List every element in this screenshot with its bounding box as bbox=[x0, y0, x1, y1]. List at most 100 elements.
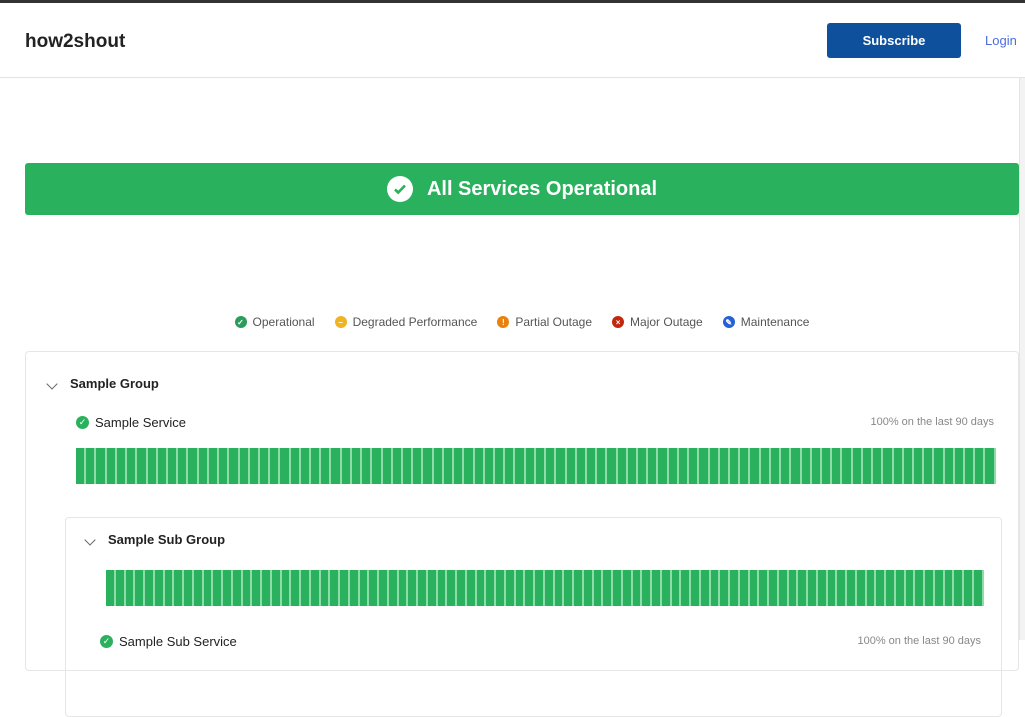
uptime-day-bar[interactable] bbox=[164, 570, 175, 606]
uptime-day-bar[interactable] bbox=[700, 570, 711, 606]
uptime-day-bar[interactable] bbox=[535, 570, 545, 606]
uptime-day-bar[interactable] bbox=[852, 448, 863, 484]
uptime-day-bar[interactable] bbox=[574, 570, 584, 606]
uptime-day-bar[interactable] bbox=[798, 570, 808, 606]
uptime-day-bar[interactable] bbox=[403, 448, 414, 484]
uptime-day-bar[interactable] bbox=[213, 570, 223, 606]
uptime-day-bar[interactable] bbox=[496, 570, 506, 606]
uptime-day-bar[interactable] bbox=[837, 570, 847, 606]
uptime-day-bar[interactable] bbox=[125, 570, 136, 606]
uptime-day-bar[interactable] bbox=[678, 448, 690, 484]
uptime-day-bar[interactable] bbox=[505, 448, 516, 484]
uptime-day-bar[interactable] bbox=[719, 448, 730, 484]
uptime-day-bar[interactable] bbox=[607, 448, 618, 484]
uptime-day-bar[interactable] bbox=[760, 448, 771, 484]
uptime-day-bar[interactable] bbox=[668, 448, 679, 484]
uptime-day-bar[interactable] bbox=[866, 570, 877, 606]
uptime-day-bar[interactable] bbox=[331, 448, 342, 484]
uptime-day-bar[interactable] bbox=[372, 448, 383, 484]
uptime-day-bar[interactable] bbox=[362, 448, 373, 484]
uptime-day-bar[interactable] bbox=[661, 570, 672, 606]
uptime-day-bar[interactable] bbox=[934, 448, 945, 484]
uptime-day-bar[interactable] bbox=[281, 570, 292, 606]
uptime-day-bar[interactable] bbox=[876, 570, 886, 606]
uptime-day-bar[interactable] bbox=[262, 570, 272, 606]
uptime-day-bar[interactable] bbox=[437, 570, 448, 606]
uptime-day-bar[interactable] bbox=[311, 448, 322, 484]
uptime-day-bar[interactable] bbox=[115, 570, 126, 606]
uptime-day-bar[interactable] bbox=[476, 570, 487, 606]
uptime-day-bar[interactable] bbox=[893, 448, 904, 484]
uptime-day-bar[interactable] bbox=[271, 570, 282, 606]
uptime-day-bar[interactable] bbox=[817, 570, 828, 606]
uptime-day-bar[interactable] bbox=[505, 570, 516, 606]
uptime-day-bar[interactable] bbox=[964, 570, 974, 606]
uptime-day-bar[interactable] bbox=[691, 570, 701, 606]
uptime-day-bar[interactable] bbox=[847, 570, 857, 606]
uptime-day-bar[interactable] bbox=[886, 570, 896, 606]
uptime-day-bar[interactable] bbox=[699, 448, 710, 484]
uptime-day-bar[interactable] bbox=[925, 570, 935, 606]
uptime-day-bar[interactable] bbox=[564, 570, 574, 606]
uptime-day-bar[interactable] bbox=[895, 570, 906, 606]
uptime-day-bar[interactable] bbox=[457, 570, 467, 606]
uptime-day-bar[interactable] bbox=[801, 448, 812, 484]
uptime-day-bar[interactable] bbox=[486, 570, 496, 606]
uptime-day-bar[interactable] bbox=[965, 448, 976, 484]
uptime-day-bar[interactable] bbox=[730, 448, 741, 484]
uptime-day-bar[interactable] bbox=[862, 448, 874, 484]
uptime-day-bar[interactable] bbox=[474, 448, 485, 484]
uptime-day-bar[interactable] bbox=[116, 448, 128, 484]
uptime-day-bar[interactable] bbox=[546, 448, 557, 484]
uptime-day-bar[interactable] bbox=[515, 570, 526, 606]
uptime-day-bar[interactable] bbox=[443, 448, 455, 484]
scrollbar[interactable] bbox=[1019, 78, 1025, 640]
uptime-day-bar[interactable] bbox=[408, 570, 418, 606]
uptime-day-bar[interactable] bbox=[586, 448, 598, 484]
uptime-day-bar[interactable] bbox=[638, 448, 649, 484]
uptime-day-bar[interactable] bbox=[290, 448, 301, 484]
uptime-day-bar[interactable] bbox=[154, 570, 165, 606]
uptime-day-bar[interactable] bbox=[427, 570, 438, 606]
uptime-day-bar[interactable] bbox=[379, 570, 389, 606]
uptime-day-bar[interactable] bbox=[359, 570, 370, 606]
uptime-day-bar[interactable] bbox=[710, 570, 721, 606]
uptime-day-bar[interactable] bbox=[193, 570, 204, 606]
subgroup-toggle[interactable]: Sample Sub Group bbox=[84, 532, 225, 547]
uptime-day-bar[interactable] bbox=[954, 448, 966, 484]
uptime-day-bar[interactable] bbox=[392, 448, 403, 484]
uptime-day-bar[interactable] bbox=[730, 570, 740, 606]
uptime-day-bar[interactable] bbox=[167, 448, 179, 484]
uptime-day-bar[interactable] bbox=[856, 570, 867, 606]
uptime-day-bar[interactable] bbox=[593, 570, 604, 606]
uptime-day-bar[interactable] bbox=[219, 448, 230, 484]
uptime-day-bar[interactable] bbox=[301, 570, 311, 606]
uptime-day-bar[interactable] bbox=[576, 448, 587, 484]
uptime-day-bar[interactable] bbox=[808, 570, 818, 606]
uptime-day-bar[interactable] bbox=[174, 570, 184, 606]
uptime-day-bar[interactable] bbox=[369, 570, 379, 606]
uptime-day-bar[interactable] bbox=[178, 448, 189, 484]
uptime-day-bar[interactable] bbox=[842, 448, 853, 484]
uptime-day-bar[interactable] bbox=[781, 448, 792, 484]
uptime-day-bar[interactable] bbox=[203, 570, 214, 606]
uptime-day-bar[interactable] bbox=[883, 448, 894, 484]
uptime-day-bar[interactable] bbox=[270, 448, 281, 484]
uptime-day-bar[interactable] bbox=[811, 448, 822, 484]
uptime-day-bar[interactable] bbox=[740, 448, 751, 484]
uptime-day-bar[interactable] bbox=[905, 570, 916, 606]
uptime-day-bar[interactable] bbox=[681, 570, 691, 606]
uptime-day-bar[interactable] bbox=[320, 570, 331, 606]
uptime-day-bar[interactable] bbox=[873, 448, 884, 484]
uptime-day-bar[interactable] bbox=[310, 570, 321, 606]
uptime-day-bar[interactable] bbox=[973, 570, 984, 606]
uptime-day-bar[interactable] bbox=[788, 570, 799, 606]
uptime-day-bar[interactable] bbox=[913, 448, 925, 484]
uptime-day-bar[interactable] bbox=[924, 448, 935, 484]
uptime-day-bar[interactable] bbox=[749, 570, 760, 606]
group-toggle[interactable]: Sample Group bbox=[46, 376, 159, 391]
uptime-day-bar[interactable] bbox=[544, 570, 555, 606]
uptime-day-bar[interactable] bbox=[484, 448, 495, 484]
uptime-day-bar[interactable] bbox=[242, 570, 253, 606]
site-logo[interactable]: how2shout bbox=[25, 31, 125, 53]
